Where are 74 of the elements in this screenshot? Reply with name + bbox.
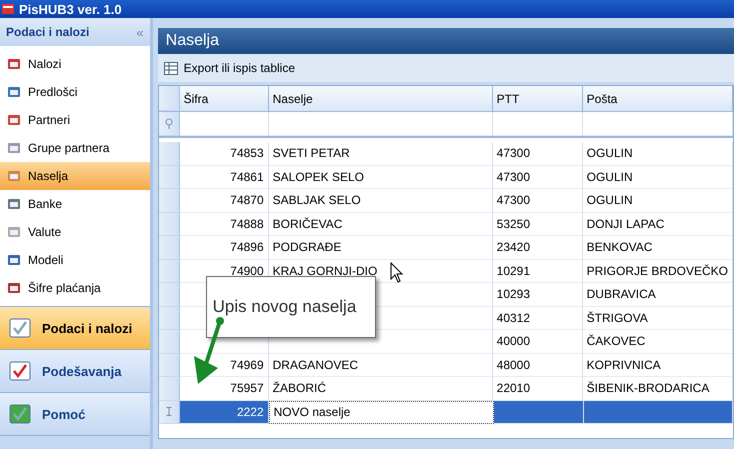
table-cell: BORIČEVAC: [268, 212, 493, 236]
table-cell: 74870: [180, 189, 269, 212]
table-cell: ŠTRIGOVA: [582, 306, 733, 330]
table-cell: PRIGORJE BRDOVEČKO: [582, 260, 733, 283]
sidebar-item[interactable]: Valute: [0, 218, 150, 246]
filter-cell[interactable]: [582, 112, 733, 136]
table-cell: 40000: [492, 330, 583, 354]
sidebar-item[interactable]: Predlošci: [0, 78, 150, 106]
filter-icon: [164, 118, 173, 130]
filter-cell[interactable]: [492, 112, 583, 136]
table-cell: DRAGANOVEC: [268, 354, 493, 377]
row-header: [158, 354, 180, 377]
table-cell: ČAKOVEC: [582, 330, 733, 354]
row-header: [158, 260, 180, 283]
table-cell: PODGRAĐE: [268, 236, 493, 260]
column-header[interactable]: PTT: [492, 86, 583, 111]
column-header[interactable]: Naselje: [268, 86, 493, 111]
table-cell: DONJI LAPAC: [582, 212, 733, 236]
table-icon: [164, 62, 178, 74]
sidebar-item[interactable]: Modeli: [0, 246, 150, 274]
table-cell: 10291: [492, 260, 583, 283]
input-field[interactable]: NOVO naselje: [268, 400, 494, 424]
column-header[interactable]: Pošta: [582, 86, 733, 111]
mouse-pointer-icon: [390, 262, 404, 284]
section-button[interactable]: Pomoć: [0, 393, 150, 436]
row-header: [158, 283, 180, 306]
table-cell: 48000: [492, 354, 583, 377]
table-cell: 47300: [492, 189, 583, 212]
table-cell: SABLJAK SELO: [268, 189, 493, 212]
sidebar-title: Podaci i nalozi: [6, 25, 90, 39]
export-button[interactable]: Export ili ispis tablice: [158, 61, 302, 75]
table-cell: 74896: [180, 236, 269, 260]
panel-title: Naselja: [158, 28, 734, 54]
app-icon: [2, 3, 14, 15]
section-button[interactable]: Podaci i nalozi: [0, 307, 150, 350]
window-title: PisHUB3 ver. 1.0: [19, 2, 122, 16]
row-header: [158, 236, 180, 260]
filter-cell[interactable]: [180, 112, 269, 136]
column-header[interactable]: Šifra: [180, 86, 269, 111]
table-cell: 53250: [492, 212, 583, 236]
row-header: [158, 142, 180, 166]
table-cell: 23420: [492, 236, 583, 260]
table-cell: 2222: [180, 400, 269, 424]
table-cell: 47300: [492, 166, 583, 189]
row-header: [158, 189, 180, 212]
row-header: [158, 306, 180, 330]
row-header: [158, 166, 180, 189]
table-cell: SVETI PETAR: [268, 142, 493, 166]
sidebar-item[interactable]: Grupe partnera: [0, 134, 150, 162]
sidebar-item[interactable]: Partneri: [0, 106, 150, 134]
section-button[interactable]: Podešavanja: [0, 350, 150, 393]
table-cell: 40312: [492, 306, 583, 330]
sidebar-item[interactable]: Banke: [0, 190, 150, 218]
table-cell: OGULIN: [582, 166, 733, 189]
table-cell: 10293: [492, 283, 583, 306]
row-header: [158, 330, 180, 354]
text-cursor-icon: [166, 407, 172, 416]
table-cell: BENKOVAC: [582, 236, 733, 260]
sidebar-item[interactable]: Šifre plaćanja: [0, 274, 150, 302]
filter-cell[interactable]: [268, 112, 493, 136]
table-cell: OGULIN: [582, 189, 733, 212]
table-cell: 74853: [180, 142, 269, 166]
row-header: [158, 212, 180, 236]
table-cell: DUBRAVICA: [582, 283, 733, 306]
table-cell: 74861: [180, 166, 269, 189]
sidebar-item[interactable]: Nalozi: [0, 50, 150, 78]
table-cell: 74888: [180, 212, 269, 236]
checklist-icon: [8, 359, 32, 383]
table-cell: 47300: [492, 142, 583, 166]
sidebar-item[interactable]: Naselja: [0, 162, 150, 190]
callout-text: Upis novog naselja: [212, 297, 356, 316]
table-cell: SALOPEK SELO: [268, 166, 493, 189]
table-cell: KOPRIVNICA: [582, 354, 733, 377]
table-cell: OGULIN: [582, 142, 733, 166]
